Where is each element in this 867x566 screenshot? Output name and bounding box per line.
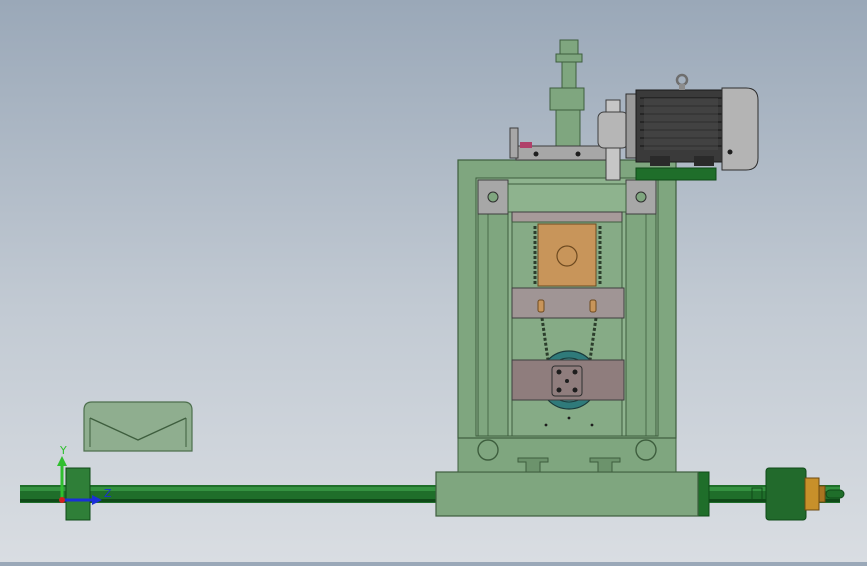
jack-handle-icon[interactable]: [509, 39, 629, 181]
z-axis-label: Z: [104, 487, 112, 500]
frame-icon[interactable]: [435, 159, 699, 517]
cad-viewport[interactable]: Y Z: [0, 0, 867, 562]
y-axis-label: Y: [59, 444, 67, 457]
lead-screw-icon[interactable]: [20, 467, 845, 521]
envelope-cover-icon[interactable]: [83, 401, 193, 452]
